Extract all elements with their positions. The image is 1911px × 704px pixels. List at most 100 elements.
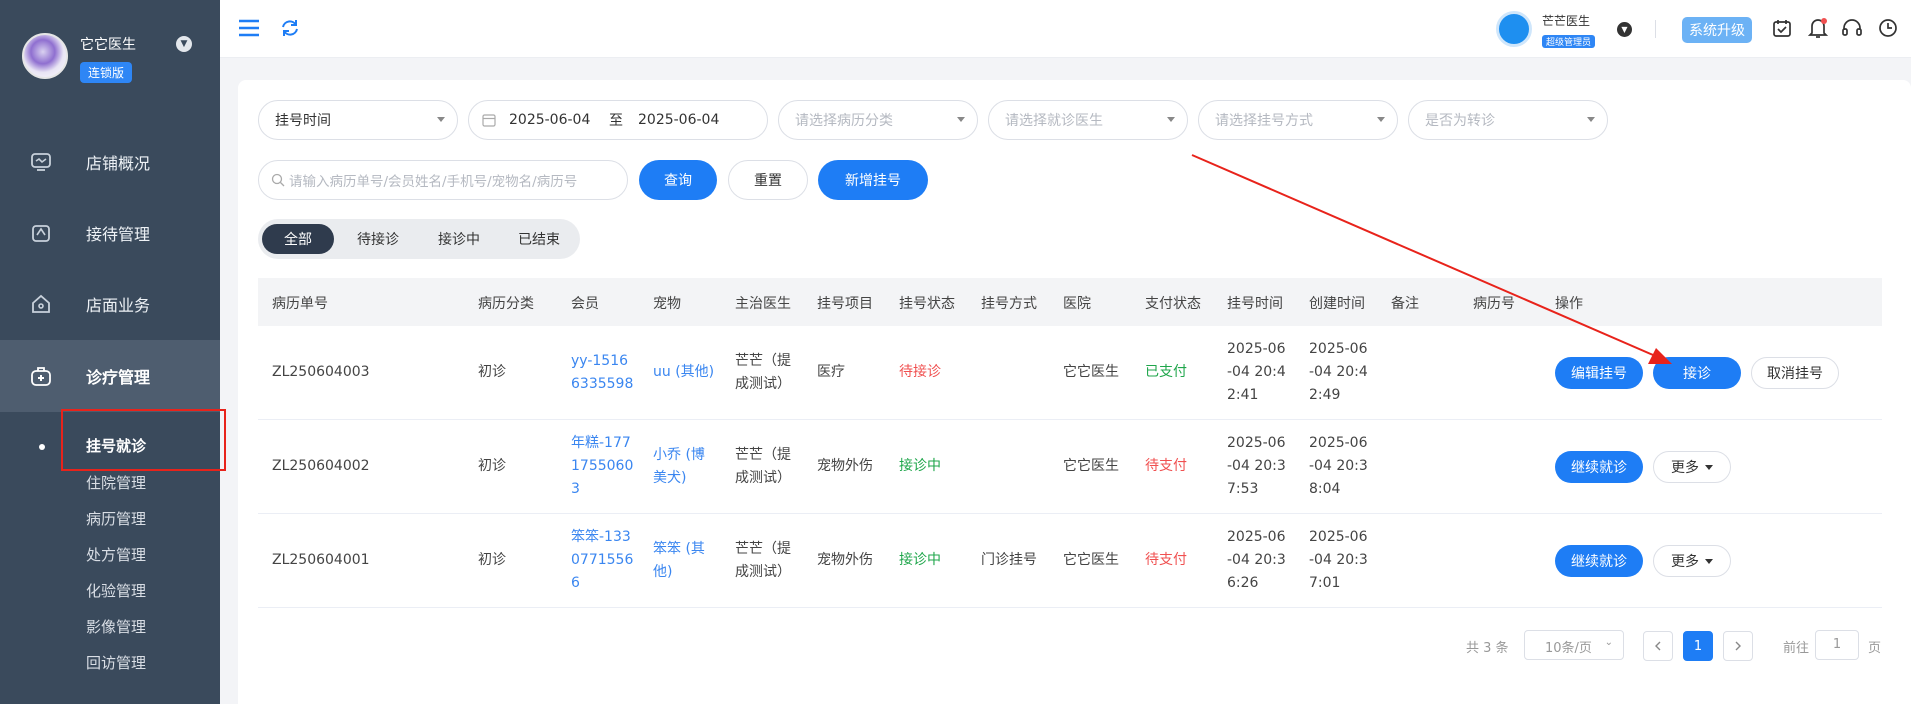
headset-icon[interactable] [1841, 17, 1863, 39]
sidebar: 它它医生 连锁版 ▼ 店铺概况 接待管理 店面业务 诊疗管理 挂号就诊 住院管理… [0, 0, 220, 704]
sidebar-item-label: 店铺概况 [86, 154, 151, 173]
caret-down-icon [957, 117, 965, 122]
user-avatar[interactable] [1496, 11, 1532, 47]
tab-waiting[interactable]: 待接诊 [340, 224, 416, 254]
transfer-select[interactable]: 是否为转诊 [1408, 100, 1608, 140]
cell-pay-status: 待支付 [1145, 552, 1187, 568]
sidebar-item-dashboard[interactable]: 店铺概况 [0, 127, 220, 197]
reset-button[interactable]: 重置 [728, 160, 808, 200]
col-header: 主治医生 [735, 296, 791, 312]
bell-icon[interactable] [1807, 17, 1829, 39]
cell-reg-time: 2025-06 -04 20:4 2:41 [1227, 341, 1286, 403]
goto-page-input[interactable]: 1 [1815, 630, 1859, 660]
cell-reg-time: 2025-06 -04 20:3 6:26 [1227, 529, 1286, 591]
category-select[interactable]: 请选择病历分类 [778, 100, 978, 140]
cell-pet[interactable]: 小乔 (博 美犬) [653, 444, 705, 490]
page-number[interactable]: 1 [1683, 631, 1713, 661]
transfer-placeholder: 是否为转诊 [1425, 113, 1495, 129]
query-button[interactable]: 查询 [639, 160, 717, 200]
sub-item-hospitalization[interactable]: 住院管理 [86, 472, 146, 493]
highlight-box [61, 409, 226, 471]
col-header: 挂号状态 [899, 296, 955, 312]
prev-page-button[interactable] [1643, 631, 1673, 661]
cell-category: 初诊 [478, 552, 506, 568]
category-placeholder: 请选择病历分类 [795, 113, 893, 129]
divider [1655, 20, 1656, 38]
sub-item-imaging[interactable]: 影像管理 [86, 616, 146, 637]
edition-badge: 连锁版 [80, 62, 133, 83]
refresh-icon[interactable] [280, 18, 300, 42]
search-input[interactable]: 请输入病历单号/会员姓名/手机号/宠物名/病历号 [258, 160, 628, 200]
cell-create-time: 2025-06 -04 20:4 2:49 [1309, 341, 1368, 403]
new-registration-button[interactable]: 新增挂号 [818, 160, 928, 200]
goto-label: 前往 [1783, 641, 1810, 656]
col-header: 会员 [571, 296, 599, 312]
col-header: 病历号 [1473, 296, 1515, 312]
admit-button[interactable]: 接诊 [1653, 357, 1741, 389]
cell-member[interactable]: yy-1516 6335598 [571, 350, 633, 396]
brand-name: 它它医生 [80, 37, 136, 53]
more-label: 更多 [1671, 554, 1699, 570]
time-type-value: 挂号时间 [275, 113, 331, 129]
search-placeholder: 请输入病历单号/会员姓名/手机号/宠物名/病历号 [289, 174, 578, 190]
cancel-registration-button[interactable]: 取消挂号 [1751, 357, 1839, 389]
col-header: 挂号方式 [981, 296, 1037, 312]
cell-item: 医疗 [817, 364, 845, 380]
sidebar-item-medical[interactable]: 诊疗管理 [0, 340, 220, 412]
edit-registration-button[interactable]: 编辑挂号 [1555, 357, 1643, 389]
doctor-select[interactable]: 请选择就诊医生 [988, 100, 1188, 140]
col-header: 备注 [1391, 296, 1419, 312]
tab-finished[interactable]: 已结束 [501, 224, 577, 254]
sub-item-prescription[interactable]: 处方管理 [86, 544, 146, 565]
sidebar-item-label: 店面业务 [86, 296, 151, 315]
continue-visit-button[interactable]: 继续就诊 [1555, 451, 1643, 483]
search-icon [271, 173, 285, 191]
cell-pay-status: 已支付 [1145, 364, 1187, 380]
method-select[interactable]: 请选择挂号方式 [1198, 100, 1398, 140]
sidebar-item-store[interactable]: 店面业务 [0, 269, 220, 339]
cell-item: 宠物外伤 [817, 552, 873, 568]
sub-item-followup[interactable]: 回访管理 [86, 652, 146, 673]
cell-record-no: ZL250604002 [272, 458, 370, 474]
chevron-down-icon: ⌄ [1604, 637, 1613, 648]
col-header: 病历单号 [272, 296, 328, 312]
upgrade-button[interactable]: 系统升级 [1682, 17, 1752, 43]
date-separator: 至 [609, 113, 623, 129]
cell-create-time: 2025-06 -04 20:3 8:04 [1309, 435, 1368, 497]
sidebar-item-reception[interactable]: 接待管理 [0, 198, 220, 268]
sub-item-lab[interactable]: 化验管理 [86, 580, 146, 601]
brand-logo [22, 33, 68, 79]
cell-hospital: 它它医生 [1063, 458, 1119, 474]
store-icon [30, 293, 52, 315]
chevron-down-icon[interactable]: ▼ [1617, 22, 1632, 37]
col-header: 挂号时间 [1227, 296, 1283, 312]
table-row: ZL250604002 初诊 年糕-177 1755060 3 小乔 (博 美犬) 芒… [258, 420, 1882, 514]
cell-pet[interactable]: 笨笨 (其 他) [653, 538, 705, 584]
clock-icon[interactable] [1877, 17, 1899, 39]
next-page-button[interactable] [1723, 631, 1753, 661]
more-dropdown[interactable]: 更多 [1653, 451, 1731, 483]
caret-down-icon [1587, 117, 1595, 122]
caret-down-icon [1167, 117, 1175, 122]
cell-member[interactable]: 年糕-177 1755060 3 [571, 432, 633, 501]
cell-doctor: 芒芒（提 成测试） [735, 353, 791, 392]
continue-visit-button[interactable]: 继续就诊 [1555, 545, 1643, 577]
menu-icon[interactable] [238, 18, 260, 42]
cell-pet[interactable]: uu (其他) [653, 361, 714, 384]
dashboard-icon [30, 151, 52, 173]
chevron-down-icon[interactable]: ▼ [176, 36, 192, 52]
page-size-select[interactable]: 10条/页 ⌄ [1524, 630, 1624, 660]
more-dropdown[interactable]: 更多 [1653, 545, 1731, 577]
tab-all[interactable]: 全部 [262, 224, 334, 254]
tab-in-progress[interactable]: 接诊中 [421, 224, 497, 254]
date-range-picker[interactable]: 2025-06-04 至 2025-06-04 [468, 100, 768, 140]
cell-record-no: ZL250604001 [272, 552, 370, 568]
sub-item-records[interactable]: 病历管理 [86, 508, 146, 529]
cell-member[interactable]: 笨笨-133 0771556 6 [571, 526, 633, 595]
table-row: ZL250604003 初诊 yy-1516 6335598 uu (其他) 芒芒… [258, 326, 1882, 420]
col-header: 宠物 [653, 296, 681, 312]
doctor-placeholder: 请选择就诊医生 [1005, 113, 1103, 129]
time-type-select[interactable]: 挂号时间 [258, 100, 458, 140]
calendar-check-icon[interactable] [1771, 17, 1793, 39]
table-row: ZL250604001 初诊 笨笨-133 0771556 6 笨笨 (其 他) 芒芒… [258, 514, 1882, 608]
